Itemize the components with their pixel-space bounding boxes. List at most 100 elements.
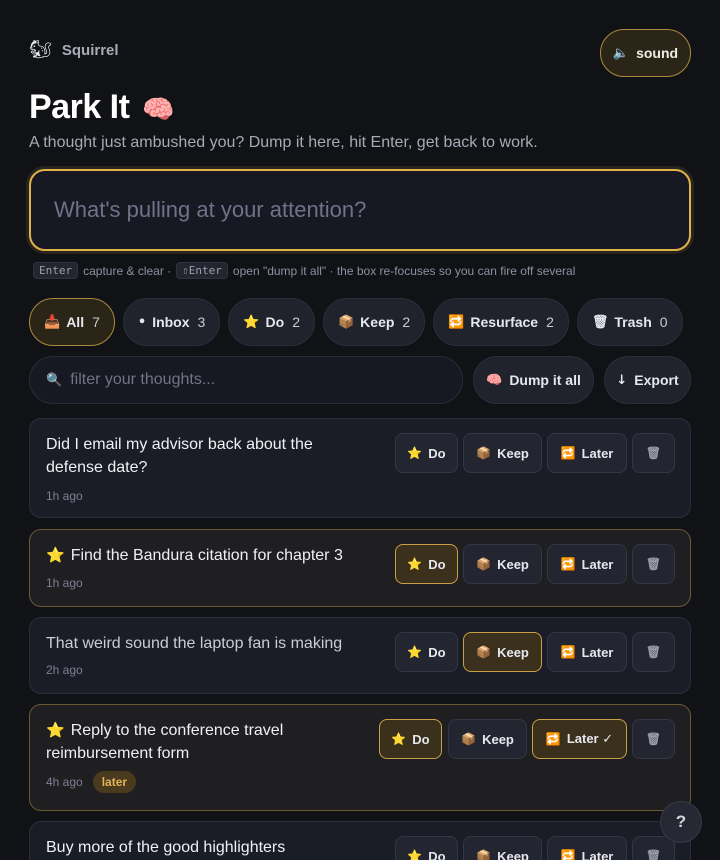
export-label: Export bbox=[634, 372, 679, 388]
thought-card: Buy more of the good highlighters ⭐ Do 📦 K… bbox=[29, 821, 691, 860]
filter-chip-do[interactable]: ⭐ Do 2 bbox=[228, 298, 315, 346]
star-icon: ⭐ bbox=[407, 446, 423, 460]
do-label: Do bbox=[412, 731, 430, 747]
thought-text: Find the Bandura citation for chapter 3 bbox=[70, 547, 343, 564]
later-button[interactable]: 🔁 Later bbox=[547, 632, 627, 672]
filter-input[interactable] bbox=[70, 371, 441, 389]
later-label: Later bbox=[581, 445, 614, 461]
do-label: Do bbox=[428, 445, 446, 461]
enter-key-hint: Enter bbox=[33, 262, 79, 279]
repeat-icon: 🔁 bbox=[560, 557, 576, 571]
do-button[interactable]: ⭐ Do bbox=[395, 544, 458, 584]
do-label: Do bbox=[428, 848, 446, 860]
filter-chip-keep[interactable]: 📦 Keep 2 bbox=[322, 298, 426, 346]
later-button[interactable]: 🔁 Later ✓ bbox=[532, 719, 627, 759]
trash-button[interactable]: 🗑 bbox=[632, 433, 675, 473]
do-button[interactable]: ⭐ Do bbox=[395, 632, 458, 672]
do-button[interactable]: ⭐ Do bbox=[379, 719, 442, 759]
filter-chip-label: Keep bbox=[360, 314, 395, 330]
later-label: Later ✓ bbox=[566, 731, 614, 746]
do-button[interactable]: ⭐ Do bbox=[395, 836, 458, 860]
hint-text-1: capture & clear · bbox=[83, 263, 172, 278]
star-icon: ⭐ bbox=[407, 849, 423, 860]
page-title: Park It 🧠 bbox=[29, 88, 175, 127]
thought-meta: 4h ago later bbox=[46, 771, 137, 793]
wastebasket-icon: 🗑 bbox=[645, 645, 662, 659]
do-label: Do bbox=[428, 556, 446, 572]
keep-button[interactable]: 📦 Keep bbox=[463, 632, 542, 672]
filter-chip-count: 2 bbox=[402, 314, 411, 330]
repeat-icon: 🔁 bbox=[545, 732, 561, 746]
filter-chip-count: 0 bbox=[659, 314, 668, 330]
thought-meta: 1h ago bbox=[46, 576, 83, 590]
keep-button[interactable]: 📦 Keep bbox=[463, 836, 542, 860]
repeat-icon: 🔁 bbox=[448, 314, 465, 330]
filter-chip-label: Trash bbox=[614, 314, 652, 330]
repeat-icon: 🔁 bbox=[560, 849, 576, 860]
filter-chip-count: 2 bbox=[292, 314, 300, 330]
keep-label: Keep bbox=[497, 445, 529, 461]
thought-time: 1h ago bbox=[46, 576, 83, 590]
package-icon: 📦 bbox=[476, 849, 492, 860]
filter-chip-count: 2 bbox=[546, 314, 554, 330]
help-button[interactable]: ? bbox=[660, 801, 702, 843]
capture-input[interactable] bbox=[54, 197, 689, 223]
later-label: Later bbox=[581, 848, 614, 860]
thought-time: 1h ago bbox=[46, 489, 83, 503]
wastebasket-icon: 🗑 bbox=[645, 732, 662, 746]
inbox-tray-icon: 📥 bbox=[44, 314, 61, 330]
filter-chip-inbox[interactable]: • Inbox 3 bbox=[122, 298, 221, 346]
page-title-text: Park It bbox=[29, 88, 130, 126]
filter-chip-label: Inbox bbox=[152, 314, 190, 330]
do-button[interactable]: ⭐ Do bbox=[395, 433, 458, 473]
later-button[interactable]: 🔁 Later bbox=[547, 433, 627, 473]
package-icon: 📦 bbox=[476, 557, 492, 571]
thought-text: Reply to the conference travel reimburse… bbox=[46, 722, 284, 762]
brain-icon: 🧠 bbox=[142, 95, 175, 125]
squirrel-icon: 🐿 bbox=[29, 39, 52, 60]
export-button[interactable]: ↓ Export bbox=[604, 356, 691, 404]
wastebasket-icon: 🗑 bbox=[645, 849, 662, 860]
brain-icon: 🧠 bbox=[486, 372, 503, 388]
dump-it-all-button[interactable]: 🧠 Dump it all bbox=[473, 356, 594, 404]
package-icon: 📦 bbox=[476, 446, 492, 460]
trash-button[interactable]: 🗑 bbox=[632, 632, 675, 672]
capture-box bbox=[29, 169, 691, 251]
filter-chip-label: Do bbox=[265, 314, 285, 330]
filter-chip-resurface[interactable]: 🔁 Resurface 2 bbox=[433, 298, 569, 346]
keep-label: Keep bbox=[482, 731, 514, 747]
star-icon: ⭐ bbox=[391, 732, 407, 746]
trash-button[interactable]: 🗑 bbox=[632, 544, 675, 584]
thought-card: ⭐ Reply to the conference travel reimburs… bbox=[29, 704, 691, 811]
sound-toggle-button[interactable]: 🔈 sound bbox=[600, 29, 691, 77]
download-arrow-icon: ↓ bbox=[616, 372, 628, 388]
later-button[interactable]: 🔁 Later bbox=[547, 836, 627, 860]
keep-button[interactable]: 📦 Keep bbox=[448, 719, 527, 759]
thought-title: ⭐ Find the Bandura citation for chapter 3 bbox=[46, 544, 386, 567]
filter-chip-trash[interactable]: 🗑 Trash 0 bbox=[576, 298, 683, 346]
thought-card: That weird sound the laptop fan is makin… bbox=[29, 617, 691, 694]
dump-it-all-label: Dump it all bbox=[509, 372, 581, 388]
star-icon: ⭐ bbox=[46, 721, 65, 739]
shift-enter-key-hint: ⇧Enter bbox=[176, 262, 228, 279]
filter-chip-all[interactable]: 📥 All 7 bbox=[29, 298, 115, 346]
keep-label: Keep bbox=[497, 848, 529, 860]
page-subtitle: A thought just ambushed you? Dump it her… bbox=[29, 134, 538, 151]
later-tag: later bbox=[92, 771, 137, 793]
keep-button[interactable]: 📦 Keep bbox=[463, 433, 542, 473]
do-label: Do bbox=[428, 644, 446, 660]
star-icon: ⭐ bbox=[243, 314, 260, 330]
later-button[interactable]: 🔁 Later bbox=[547, 544, 627, 584]
filter-chip-label: All bbox=[66, 314, 85, 330]
package-icon: 📦 bbox=[337, 314, 355, 330]
thought-text: That weird sound the laptop fan is makin… bbox=[46, 635, 343, 652]
thought-time: 4h ago bbox=[46, 775, 83, 789]
brand: 🐿 Squirrel bbox=[29, 41, 119, 59]
later-label: Later bbox=[581, 644, 614, 660]
keep-label: Keep bbox=[497, 556, 529, 572]
brand-name: Squirrel bbox=[61, 41, 119, 59]
dot-icon: • bbox=[137, 314, 147, 330]
keep-button[interactable]: 📦 Keep bbox=[463, 544, 542, 584]
package-icon: 📦 bbox=[476, 645, 492, 659]
trash-button[interactable]: 🗑 bbox=[632, 719, 675, 759]
